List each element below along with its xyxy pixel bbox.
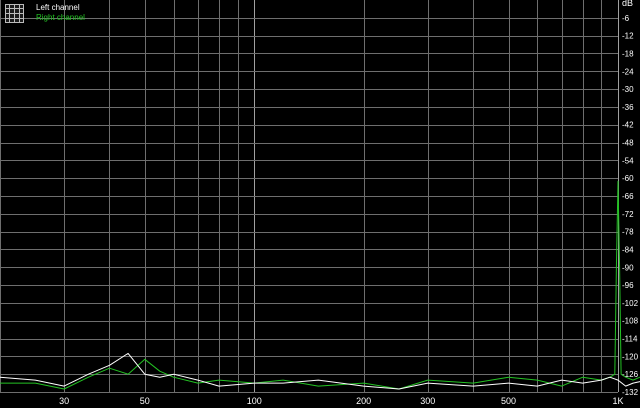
y-tick-label: -18 [622,50,634,59]
y-tick-label: -78 [622,228,634,237]
y-tick-label: -132 [622,388,639,397]
x-tick-label: 30 [59,396,69,406]
x-axis-ticks: 30 50 100 200 300 500 1K [59,396,623,406]
x-tick-label: 300 [420,396,435,406]
y-tick-label: -24 [622,67,634,76]
y-tick-label: -66 [622,192,634,201]
series-left-channel-line [0,352,640,390]
y-tick-label: -126 [622,370,639,379]
y-tick-label: -96 [622,281,634,290]
x-tick-label: 100 [247,396,262,406]
x-tick-label: 1K [612,396,623,406]
y-tick-label: -114 [622,335,638,344]
spectrum-chart: 30 50 100 200 300 500 1K dB -6 -12 -18 -24 -30 -36 -4… [0,0,640,406]
x-tick-label: 50 [140,396,150,406]
y-tick-label: -90 [622,263,634,272]
y-tick-label: -84 [622,246,634,255]
y-tick-label: -36 [622,103,634,112]
y-tick-label: -108 [622,317,639,326]
y-tick-label: -48 [622,139,634,148]
y-axis-ticks: dB -6 -12 -18 -24 -30 -36 -42 -48 -54 -60 -66 -72 -78… [622,0,639,397]
x-tick-label: 200 [356,396,371,406]
y-tick-label: -12 [622,32,634,41]
legend-right-channel: Right channel [36,13,85,22]
grid [0,0,619,393]
y-tick-label: -42 [622,121,634,130]
y-tick-label: -102 [622,299,639,308]
y-tick-label: -54 [622,156,634,165]
y-tick-label: -60 [622,174,634,183]
y-tick-label: -72 [622,210,634,219]
y-tick-label: -120 [622,352,639,361]
y-tick-label: -6 [622,14,630,23]
x-tick-label: 500 [501,396,516,406]
legend-left-channel: Left channel [36,3,80,12]
grid-icon [5,4,24,23]
y-axis-unit-label: dB [622,0,633,8]
y-tick-label: -30 [622,85,634,94]
